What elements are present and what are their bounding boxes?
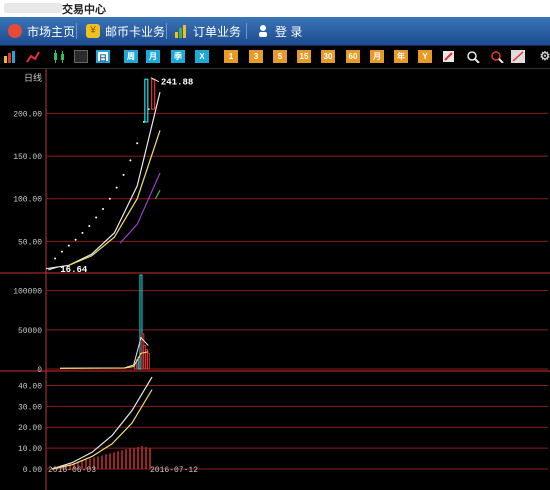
- price-candle: [151, 78, 156, 110]
- login-icon: [256, 24, 270, 38]
- ma-dot-point: [67, 244, 70, 247]
- ma-dot-point: [102, 207, 104, 210]
- menu-separator: [76, 23, 77, 39]
- period-x-button[interactable]: X: [195, 50, 209, 63]
- minute-15-button[interactable]: 15: [297, 50, 311, 63]
- menu-order-business[interactable]: 订单业务: [174, 21, 241, 41]
- zoom-in-icon[interactable]: [466, 50, 480, 64]
- menu-separator: [246, 23, 247, 39]
- main-menu-bar: 市场主页 ¥ 邮币卡业务 订单业务 登 录: [0, 17, 550, 46]
- bar-chart-icon: [174, 24, 188, 38]
- period-week-button[interactable]: 周: [124, 50, 138, 63]
- menu-stamp-coin-card[interactable]: ¥ 邮币卡业务: [86, 21, 165, 41]
- month-button[interactable]: 月: [370, 50, 384, 63]
- y-tick-label: 150.00: [13, 153, 42, 162]
- menu-label: 订单业务: [193, 24, 242, 39]
- menu-label: 市场主页: [27, 24, 76, 39]
- zoom-out-icon[interactable]: [490, 50, 504, 64]
- candlestick-icon[interactable]: [52, 50, 66, 63]
- ma-dot-point: [108, 197, 111, 200]
- minute-5-button[interactable]: 5: [273, 50, 287, 63]
- price-candle: [144, 78, 149, 123]
- window-icon[interactable]: [74, 50, 88, 63]
- ma-dot-point: [60, 250, 63, 253]
- chart-title: 日线: [24, 72, 42, 84]
- minute-3-button[interactable]: 3: [249, 50, 263, 63]
- window-title-bar: 交易中心: [0, 0, 550, 17]
- y-tick-label: 0: [37, 366, 42, 375]
- window-title: 交易中心: [62, 4, 106, 16]
- minute-1-button[interactable]: 1: [224, 50, 238, 63]
- ma-dot-point: [136, 142, 139, 145]
- chart-toolbar: 日 周 月 季 X 1 3 5 15 30 60 月 年 Y ⚙: [0, 46, 550, 69]
- indicator-line: [51, 376, 153, 470]
- ma-dot-point: [81, 231, 84, 234]
- high-price-label: 241.88: [161, 78, 193, 88]
- menu-label: 登 录: [275, 24, 303, 39]
- draw-line-icon[interactable]: [511, 50, 525, 63]
- y-tick-label: 40.00: [18, 382, 42, 391]
- ma-dot-point: [129, 159, 132, 162]
- y-button[interactable]: Y: [418, 50, 432, 63]
- year-button[interactable]: 年: [394, 50, 408, 63]
- market-home-icon: [8, 24, 22, 38]
- y-tick-label: 100.00: [13, 196, 42, 205]
- menu-separator: [166, 23, 167, 39]
- indicator-bars-icon[interactable]: [3, 50, 17, 63]
- ma-dot-point: [95, 216, 98, 219]
- y-tick-label: 50.00: [18, 238, 42, 247]
- settings-gear-icon[interactable]: ⚙: [538, 50, 550, 63]
- volume-bar: [146, 352, 150, 370]
- y-tick-label: 200.00: [13, 110, 42, 119]
- y-tick-label: 100000: [13, 288, 42, 297]
- y-tick-label: 0.00: [23, 466, 42, 475]
- ma-dot-point: [88, 225, 91, 228]
- ma-dot-point: [74, 238, 77, 241]
- menu-market-home[interactable]: 市场主页: [8, 21, 75, 41]
- yen-coin-icon: ¥: [86, 24, 100, 38]
- trend-line-icon[interactable]: [26, 50, 40, 63]
- x-tick-label: 2016-07-12: [150, 466, 198, 475]
- edit-icon[interactable]: [442, 50, 456, 63]
- period-day-button[interactable]: 日: [96, 50, 110, 63]
- minute-30-button[interactable]: 30: [321, 50, 335, 63]
- menu-label: 邮币卡业务: [105, 24, 166, 39]
- period-month-button[interactable]: 月: [146, 50, 160, 63]
- low-price-label: 16.64: [60, 265, 88, 275]
- minute-60-button[interactable]: 60: [346, 50, 360, 63]
- ma-dot-point: [54, 257, 57, 260]
- ma-dot-point: [122, 173, 125, 176]
- y-tick-label: 30.00: [18, 403, 42, 412]
- ma-dot-point: [115, 186, 118, 189]
- menu-login[interactable]: 登 录: [256, 21, 302, 41]
- y-tick-label: 50000: [18, 327, 42, 336]
- y-tick-label: 10.00: [18, 445, 42, 454]
- period-quarter-button[interactable]: 季: [171, 50, 185, 63]
- kline-chart[interactable]: 200.00 150.00 100.00 50.00 日线 241.88 16.64 1000…: [0, 69, 550, 490]
- y-tick-label: 20.00: [18, 424, 42, 433]
- price-series-line: [154, 189, 161, 200]
- x-tick-label: 2016-06-03: [48, 466, 96, 475]
- blurred-title-prefix: [4, 3, 62, 13]
